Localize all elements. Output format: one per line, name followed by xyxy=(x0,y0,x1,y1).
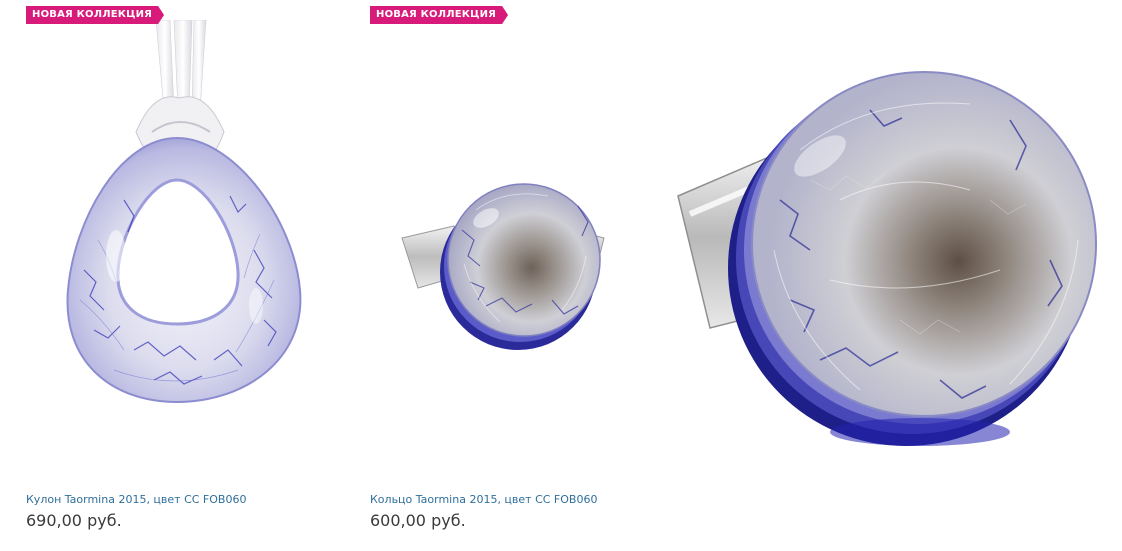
product-price: 690,00 руб. xyxy=(26,511,122,530)
product-grid-page: НОВАЯ КОЛЛЕКЦИЯ Кулон Taormina 2015, цве… xyxy=(0,0,1122,551)
new-collection-badge: НОВАЯ КОЛЛЕКЦИЯ xyxy=(370,6,508,24)
product-price: 600,00 руб. xyxy=(370,511,466,530)
product-title-link[interactable]: Кольцо Taormina 2015, цвет CC FOB060 xyxy=(370,493,597,506)
new-collection-badge: НОВАЯ КОЛЛЕКЦИЯ xyxy=(26,6,164,24)
ring-zoom-image[interactable] xyxy=(670,0,1122,551)
product-title-link[interactable]: Кулон Taormina 2015, цвет CC FOB060 xyxy=(26,493,246,506)
pendant-image[interactable] xyxy=(24,20,330,472)
ring-image[interactable] xyxy=(366,60,656,460)
